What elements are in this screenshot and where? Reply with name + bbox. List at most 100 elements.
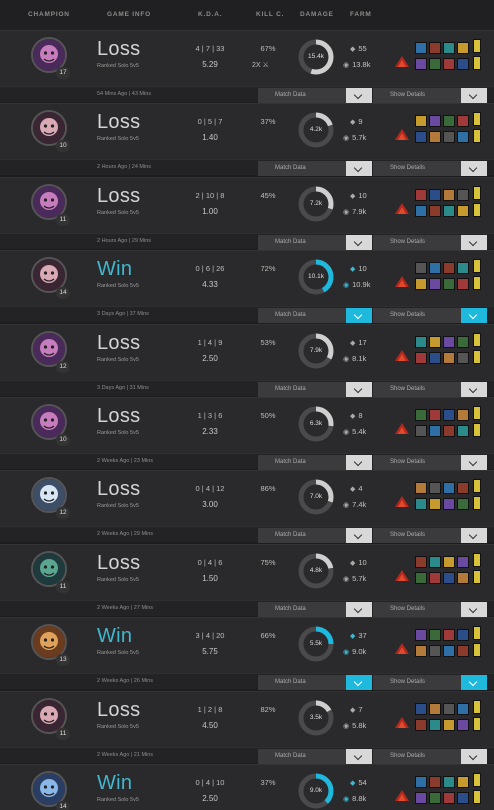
item-slot-icon[interactable] bbox=[415, 572, 427, 584]
item-slot-icon[interactable] bbox=[415, 703, 427, 715]
match-data-button[interactable]: Match Data bbox=[258, 455, 372, 470]
item-slot-icon[interactable] bbox=[457, 131, 469, 143]
chevron-down-icon[interactable] bbox=[461, 675, 487, 690]
match-data-button[interactable]: Match Data bbox=[258, 382, 372, 397]
show-details-button[interactable]: Show Details bbox=[373, 675, 487, 690]
match-data-button[interactable]: Match Data bbox=[258, 749, 372, 764]
trinket-icon[interactable] bbox=[393, 640, 411, 656]
match-data-button[interactable]: Match Data bbox=[258, 235, 372, 250]
trinket-icon[interactable] bbox=[393, 420, 411, 436]
chevron-down-icon[interactable] bbox=[346, 749, 372, 764]
show-details-button[interactable]: Show Details bbox=[373, 235, 487, 250]
match-data-button[interactable]: Match Data bbox=[258, 88, 372, 103]
item-slot-icon[interactable] bbox=[429, 262, 441, 274]
chevron-down-icon[interactable] bbox=[461, 308, 487, 323]
item-slot-icon[interactable] bbox=[429, 645, 441, 657]
item-slot-icon[interactable] bbox=[443, 409, 455, 421]
item-slot-icon[interactable] bbox=[443, 792, 455, 804]
show-details-button[interactable]: Show Details bbox=[373, 382, 487, 397]
item-slot-icon[interactable] bbox=[443, 205, 455, 217]
show-details-button[interactable]: Show Details bbox=[373, 602, 487, 617]
match-row[interactable]: 17 Loss Ranked Solo 5v5 4 | 7 | 33 5.29 67% 2X… bbox=[0, 30, 494, 86]
trinket-icon[interactable] bbox=[393, 126, 411, 142]
item-slot-icon[interactable] bbox=[443, 425, 455, 437]
item-slot-icon[interactable] bbox=[443, 115, 455, 127]
chevron-down-icon[interactable] bbox=[461, 382, 487, 397]
match-data-button[interactable]: Match Data bbox=[258, 308, 372, 323]
item-slot-icon[interactable] bbox=[415, 205, 427, 217]
chevron-down-icon[interactable] bbox=[346, 455, 372, 470]
item-slot-icon[interactable] bbox=[457, 42, 469, 54]
match-row[interactable]: 13 Win Ranked Solo 5v5 3 | 4 | 20 5.75 66% 5.5… bbox=[0, 617, 494, 673]
item-slot-icon[interactable] bbox=[443, 629, 455, 641]
item-slot-icon[interactable] bbox=[415, 58, 427, 70]
chevron-down-icon[interactable] bbox=[346, 675, 372, 690]
item-slot-icon[interactable] bbox=[457, 189, 469, 201]
item-slot-icon[interactable] bbox=[457, 719, 469, 731]
trinket-icon[interactable] bbox=[393, 53, 411, 69]
item-slot-icon[interactable] bbox=[429, 792, 441, 804]
item-slot-icon[interactable] bbox=[457, 482, 469, 494]
item-slot-icon[interactable] bbox=[415, 409, 427, 421]
show-details-button[interactable]: Show Details bbox=[373, 528, 487, 543]
item-slot-icon[interactable] bbox=[443, 572, 455, 584]
item-slot-icon[interactable] bbox=[443, 189, 455, 201]
trinket-icon[interactable] bbox=[393, 493, 411, 509]
item-slot-icon[interactable] bbox=[415, 131, 427, 143]
item-slot-icon[interactable] bbox=[457, 262, 469, 274]
trinket-icon[interactable] bbox=[393, 787, 411, 803]
show-details-button[interactable]: Show Details bbox=[373, 161, 487, 176]
item-slot-icon[interactable] bbox=[457, 425, 469, 437]
item-slot-icon[interactable] bbox=[457, 792, 469, 804]
item-slot-icon[interactable] bbox=[457, 352, 469, 364]
item-slot-icon[interactable] bbox=[429, 278, 441, 290]
item-slot-icon[interactable] bbox=[415, 336, 427, 348]
item-slot-icon[interactable] bbox=[457, 278, 469, 290]
item-slot-icon[interactable] bbox=[415, 629, 427, 641]
item-slot-icon[interactable] bbox=[443, 278, 455, 290]
item-slot-icon[interactable] bbox=[457, 629, 469, 641]
show-details-button[interactable]: Show Details bbox=[373, 308, 487, 323]
item-slot-icon[interactable] bbox=[457, 115, 469, 127]
item-slot-icon[interactable] bbox=[429, 189, 441, 201]
item-slot-icon[interactable] bbox=[415, 189, 427, 201]
trinket-icon[interactable] bbox=[393, 347, 411, 363]
chevron-down-icon[interactable] bbox=[346, 161, 372, 176]
item-slot-icon[interactable] bbox=[429, 352, 441, 364]
item-slot-icon[interactable] bbox=[443, 556, 455, 568]
item-slot-icon[interactable] bbox=[429, 719, 441, 731]
item-slot-icon[interactable] bbox=[415, 556, 427, 568]
match-row[interactable]: 14 Win Ranked Solo 5v5 0 | 6 | 26 4.33 72% 10.… bbox=[0, 250, 494, 306]
match-data-button[interactable]: Match Data bbox=[258, 602, 372, 617]
match-row[interactable]: 14 Win Ranked Solo 5v5 0 | 4 | 10 2.50 37% 9.0… bbox=[0, 764, 494, 810]
chevron-down-icon[interactable] bbox=[461, 235, 487, 250]
show-details-button[interactable]: Show Details bbox=[373, 455, 487, 470]
trinket-icon[interactable] bbox=[393, 567, 411, 583]
item-slot-icon[interactable] bbox=[457, 703, 469, 715]
item-slot-icon[interactable] bbox=[415, 498, 427, 510]
match-row[interactable]: 11 Loss Ranked Solo 5v5 0 | 4 | 6 1.50 75% 4.8… bbox=[0, 544, 494, 600]
item-slot-icon[interactable] bbox=[443, 482, 455, 494]
item-slot-icon[interactable] bbox=[429, 425, 441, 437]
match-row[interactable]: 10 Loss Ranked Solo 5v5 0 | 5 | 7 1.40 37% 4.2… bbox=[0, 103, 494, 159]
match-row[interactable]: 11 Loss Ranked Solo 5v5 2 | 10 | 8 1.00 45% 7.… bbox=[0, 177, 494, 233]
item-slot-icon[interactable] bbox=[457, 776, 469, 788]
match-data-button[interactable]: Match Data bbox=[258, 675, 372, 690]
match-row[interactable]: 12 Loss Ranked Solo 5v5 1 | 4 | 9 2.50 53% 7.9… bbox=[0, 324, 494, 380]
item-slot-icon[interactable] bbox=[415, 645, 427, 657]
item-slot-icon[interactable] bbox=[429, 409, 441, 421]
chevron-down-icon[interactable] bbox=[461, 749, 487, 764]
item-slot-icon[interactable] bbox=[429, 703, 441, 715]
chevron-down-icon[interactable] bbox=[461, 602, 487, 617]
item-slot-icon[interactable] bbox=[415, 792, 427, 804]
trinket-icon[interactable] bbox=[393, 200, 411, 216]
item-slot-icon[interactable] bbox=[429, 115, 441, 127]
item-slot-icon[interactable] bbox=[457, 556, 469, 568]
item-slot-icon[interactable] bbox=[443, 352, 455, 364]
item-slot-icon[interactable] bbox=[429, 42, 441, 54]
item-slot-icon[interactable] bbox=[457, 409, 469, 421]
item-slot-icon[interactable] bbox=[443, 42, 455, 54]
chevron-down-icon[interactable] bbox=[346, 528, 372, 543]
match-row[interactable]: 11 Loss Ranked Solo 5v5 1 | 2 | 8 4.50 82% 3.5… bbox=[0, 691, 494, 747]
item-slot-icon[interactable] bbox=[415, 482, 427, 494]
